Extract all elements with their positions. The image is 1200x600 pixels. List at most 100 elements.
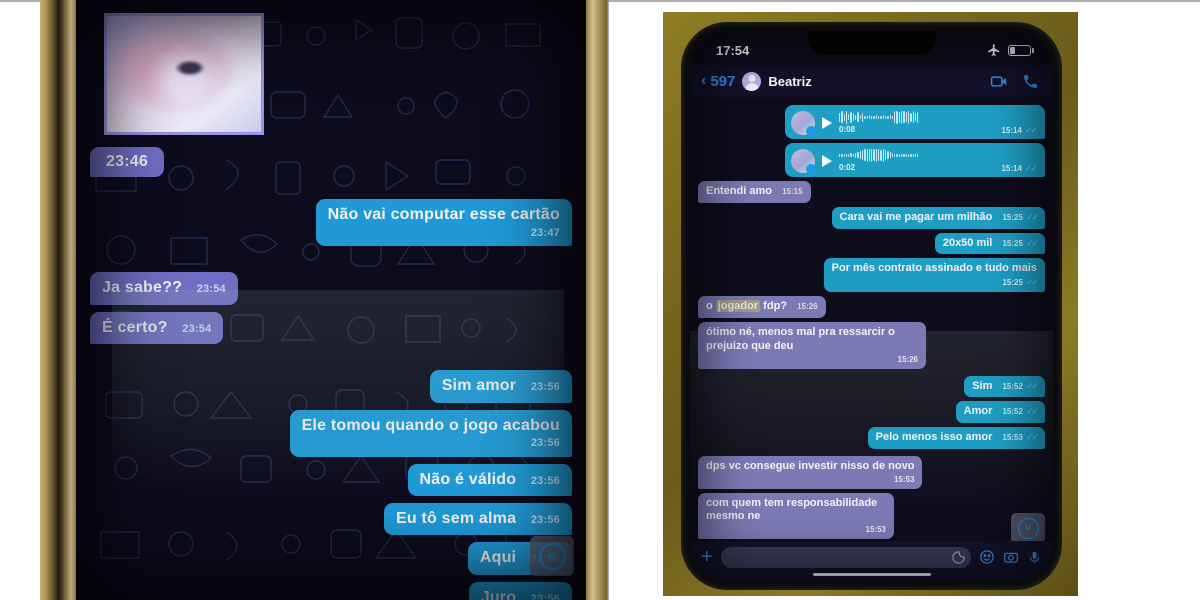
avatar[interactable]: [742, 71, 762, 91]
cat-photo-message[interactable]: [104, 13, 264, 135]
bubble-time: 15:25: [1002, 212, 1023, 222]
voice-meta: 0:02 15:14 ✓✓: [839, 163, 1038, 174]
left-chat-thread: 23:46 Não vai computar esse cartão 23:47…: [76, 0, 586, 600]
right-phone-photo: 17:54 ‹ 597 Beatriz 0:08 15:14 ✓✓ 0:02 1…: [663, 12, 1078, 596]
waveform[interactable]: [839, 148, 1036, 162]
left-message-row: Sim amor 23:56: [90, 370, 572, 403]
chat-bubble-incoming-redacted[interactable]: o jogador fdp? 15:26: [698, 296, 826, 318]
redacted-word: jogador: [715, 300, 761, 313]
back-button[interactable]: ‹ 597: [701, 73, 735, 90]
right-message-row: ótimo né, menos mal pra ressarcir o prej…: [698, 322, 1045, 369]
bubble-text: Cara vai me pagar um milhão: [839, 210, 993, 223]
bubble-time: 15:53: [865, 525, 886, 534]
bubble-text-suffix: fdp?: [760, 300, 788, 313]
chat-bubble-incoming[interactable]: dps vc consegue investir nisso de novo 1…: [698, 455, 923, 489]
chat-bubble-incoming[interactable]: É certo? 23:54: [90, 311, 224, 345]
chat-bubble-incoming[interactable]: Entendi amo 15:15: [698, 181, 811, 203]
chat-header: ‹ 597 Beatriz: [690, 65, 1053, 97]
right-message-row: com quem tem responsabilidade mesmo ne 1…: [698, 492, 1045, 539]
bubble-text: Amor: [963, 405, 993, 418]
chat-bubble-outgoing[interactable]: Por mês contrato assinado e tudo mais 15…: [823, 258, 1045, 293]
read-receipt-icon: ✓✓: [1024, 163, 1038, 173]
read-receipt-icon: ✓✓: [1025, 432, 1039, 442]
chat-bubble-outgoing[interactable]: Ele tomou quando o jogo acabou 23:56: [289, 409, 572, 457]
bubble-text: dps vc consegue investir nisso de novo: [706, 459, 915, 472]
panel-divider-line: [607, 0, 609, 600]
right-message-row: Sim 15:52 ✓✓: [698, 375, 1045, 398]
read-receipt-icon: ✓✓: [1025, 380, 1039, 391]
right-message-row: 20x50 mil 15:25 ✓✓: [698, 232, 1045, 255]
chat-bubble-outgoing[interactable]: Juro 23:56: [468, 581, 572, 600]
waveform[interactable]: [839, 110, 1036, 124]
bubble-text: Ja sabe??: [102, 279, 183, 297]
bubble-time: 23:54: [196, 283, 226, 296]
right-message-row: Pelo menos isso amor 15:53 ✓✓: [698, 427, 1045, 449]
voice-message-row: 0:02 15:14 ✓✓: [698, 143, 1045, 177]
bubble-time: 15:52: [1002, 407, 1023, 417]
bubble-text: com quem tem responsabilidade mesmo ne: [706, 496, 878, 523]
chat-bubble-outgoing[interactable]: Não é válido 23:56: [407, 463, 572, 497]
phone-call-icon[interactable]: [1022, 73, 1039, 90]
camera-icon[interactable]: [1003, 549, 1019, 565]
chat-bubble-outgoing[interactable]: Sim amor 23:56: [429, 370, 572, 403]
bubble-text: Pelo menos isso amor: [875, 431, 993, 443]
read-receipt-icon: ✓✓: [1025, 406, 1039, 417]
bubble-time: 15:25 ✓✓: [1002, 277, 1039, 287]
phone-notch: [807, 31, 936, 55]
left-phone-photo: 23:46 Não vai computar esse cartão 23:47…: [40, 0, 608, 600]
left-message-row-time: 23:46: [90, 147, 572, 178]
left-message-image-row: [90, 13, 572, 135]
chat-bubble-outgoing[interactable]: Sim 15:52 ✓✓: [964, 375, 1045, 398]
contact-name[interactable]: Beatriz: [768, 74, 983, 89]
status-bar-indicators: [987, 43, 1034, 57]
left-message-row: Aqui 23:56: [90, 542, 572, 575]
left-message-row: Não vai computar esse cartão 23:47: [90, 199, 572, 247]
bubble-text: ótimo né, menos mal pra ressarcir o prej…: [706, 326, 895, 352]
bubble-time: 23:56: [530, 474, 560, 487]
bubble-text-prefix: o: [706, 300, 716, 313]
voice-waveform-area: 0:08 15:14 ✓✓: [839, 110, 1038, 136]
right-message-row: Entendi amo 15:15: [698, 181, 1045, 203]
chat-bubble-incoming[interactable]: Ja sabe?? 23:54: [90, 272, 238, 305]
bubble-time: 23:56: [530, 592, 560, 600]
microphone-icon[interactable]: [1027, 550, 1042, 565]
plus-icon[interactable]: +: [701, 547, 713, 567]
right-message-row: Cara vai me pagar um milhão 15:25 ✓✓: [698, 206, 1045, 229]
bubble-time: 15:53: [1002, 433, 1023, 442]
bubble-time: 15:52: [1002, 381, 1023, 391]
message-input-field[interactable]: [720, 546, 971, 568]
right-phone-bezel: 17:54 ‹ 597 Beatriz 0:08 15:14 ✓✓ 0:02 1…: [681, 22, 1062, 590]
voice-duration: 0:02: [839, 163, 856, 172]
right-message-row: dps vc consegue investir nisso de novo 1…: [698, 455, 1045, 489]
chat-bubble-outgoing[interactable]: 20x50 mil 15:25 ✓✓: [934, 232, 1045, 255]
chat-bubble-outgoing[interactable]: Cara vai me pagar um milhão 15:25 ✓✓: [831, 206, 1045, 229]
voice-message-bubble[interactable]: 0:02 15:14 ✓✓: [785, 143, 1045, 177]
scroll-to-bottom-button[interactable]: ˅: [1011, 513, 1045, 543]
play-icon[interactable]: [822, 155, 832, 167]
chat-bubble-outgoing[interactable]: Eu tô sem alma 23:56: [384, 503, 572, 536]
bubble-text: Juro: [480, 588, 517, 600]
voice-message-bubble[interactable]: 0:08 15:14 ✓✓: [785, 105, 1045, 139]
bubble-time: 15:53: [893, 474, 915, 484]
bubble-text: Por mês contrato assinado e tudo mais: [831, 262, 1037, 275]
play-icon[interactable]: [822, 117, 832, 129]
emoji-icon[interactable]: [979, 549, 995, 565]
voice-message-row: 0:08 15:14 ✓✓: [698, 105, 1045, 139]
left-message-row: É certo? 23:54: [90, 311, 572, 345]
left-message-row: Não é válido 23:56: [90, 463, 572, 497]
voice-time: 15:14 ✓✓: [1001, 163, 1038, 173]
scroll-to-bottom-button[interactable]: ˅: [530, 536, 574, 576]
time-only-bubble[interactable]: 23:46: [90, 147, 164, 178]
chat-bubble-outgoing[interactable]: Pelo menos isso amor 15:53 ✓✓: [867, 427, 1045, 449]
voice-waveform-area: 0:02 15:14 ✓✓: [839, 148, 1038, 174]
read-receipt-icon: ✓✓: [1025, 277, 1039, 287]
chat-bubble-incoming[interactable]: com quem tem responsabilidade mesmo ne 1…: [698, 492, 894, 539]
chat-bubble-outgoing[interactable]: Não vai computar esse cartão 23:47: [315, 199, 572, 247]
left-message-row: Eu tô sem alma 23:56: [90, 503, 572, 536]
chat-bubble-incoming[interactable]: ótimo né, menos mal pra ressarcir o prej…: [698, 322, 926, 369]
voice-sender-avatar: [791, 111, 816, 136]
video-call-icon[interactable]: [990, 72, 1009, 91]
sticker-icon[interactable]: [951, 550, 966, 565]
chat-bubble-outgoing[interactable]: Amor 15:52 ✓✓: [955, 401, 1045, 423]
read-receipt-icon: ✓✓: [1024, 125, 1038, 135]
